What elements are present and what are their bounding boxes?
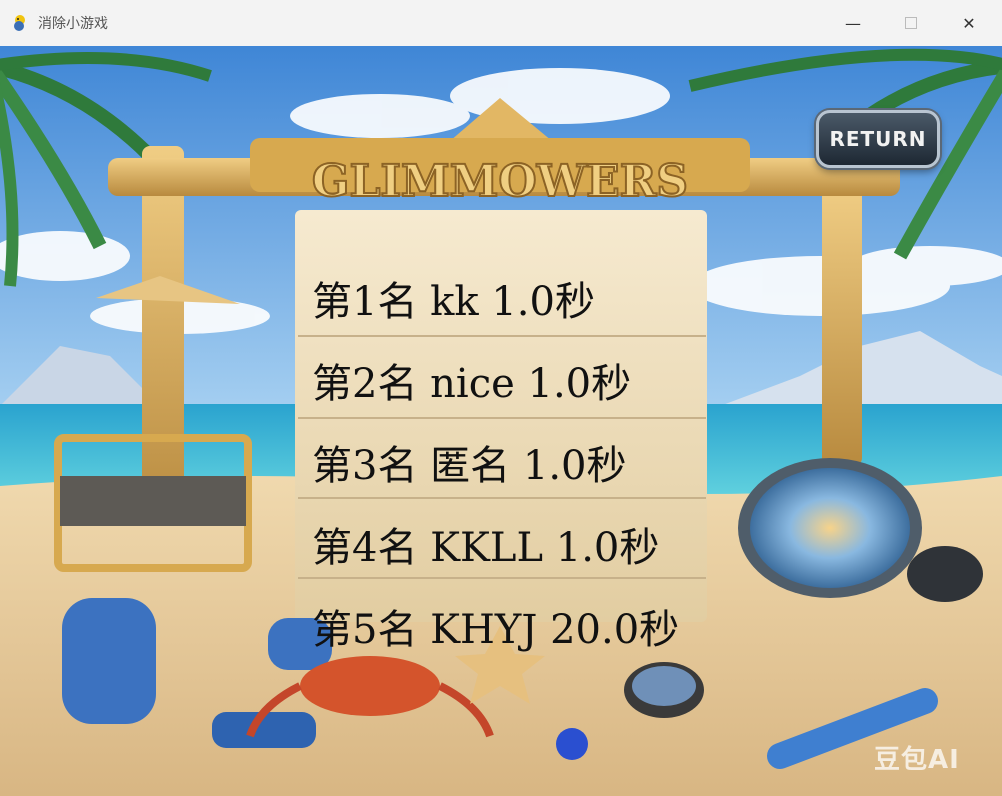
leaderboard-entry-2: 第2名 nice 1.0秒: [312, 361, 632, 407]
maximize-icon: [905, 17, 917, 29]
sign-title-banner: GLIMMOWERS: [311, 155, 689, 208]
close-icon: ✕: [962, 13, 976, 33]
watermark-text: 豆包AI: [874, 745, 960, 775]
leaderboard-entry-5: 第5名 KHYJ 20.0秒: [312, 607, 680, 653]
leaderboard-entry-4: 第4名 KKLL 1.0秒: [312, 525, 660, 571]
minimize-button[interactable]: —: [830, 0, 876, 46]
title-bar: 消除小游戏 — ✕: [0, 0, 1002, 47]
game-canvas[interactable]: GLIMMOWERS RETURN 第1名 kk 1.0秒 第2名 nice 1…: [0, 46, 1002, 796]
close-button[interactable]: ✕: [946, 0, 992, 46]
leaderboard-entry-1: 第1名 kk 1.0秒: [312, 279, 595, 325]
pygame-snake-icon: [10, 13, 30, 33]
app-window: 消除小游戏 — ✕ GLIMMOWERS RETURN 第1名 kk 1.0秒 …: [0, 0, 1002, 796]
leaderboard: 第1名 kk 1.0秒 第2名 nice 1.0秒 第3名 匿名 1.0秒 第4…: [312, 274, 679, 684]
minimize-icon: —: [845, 13, 861, 33]
leaderboard-entry-3: 第3名 匿名 1.0秒: [312, 443, 627, 489]
window-title: 消除小游戏: [38, 16, 108, 32]
maximize-button[interactable]: [888, 0, 934, 46]
sign-title-text: GLIMMOWERS: [312, 156, 688, 207]
return-button[interactable]: RETURN: [816, 110, 940, 168]
